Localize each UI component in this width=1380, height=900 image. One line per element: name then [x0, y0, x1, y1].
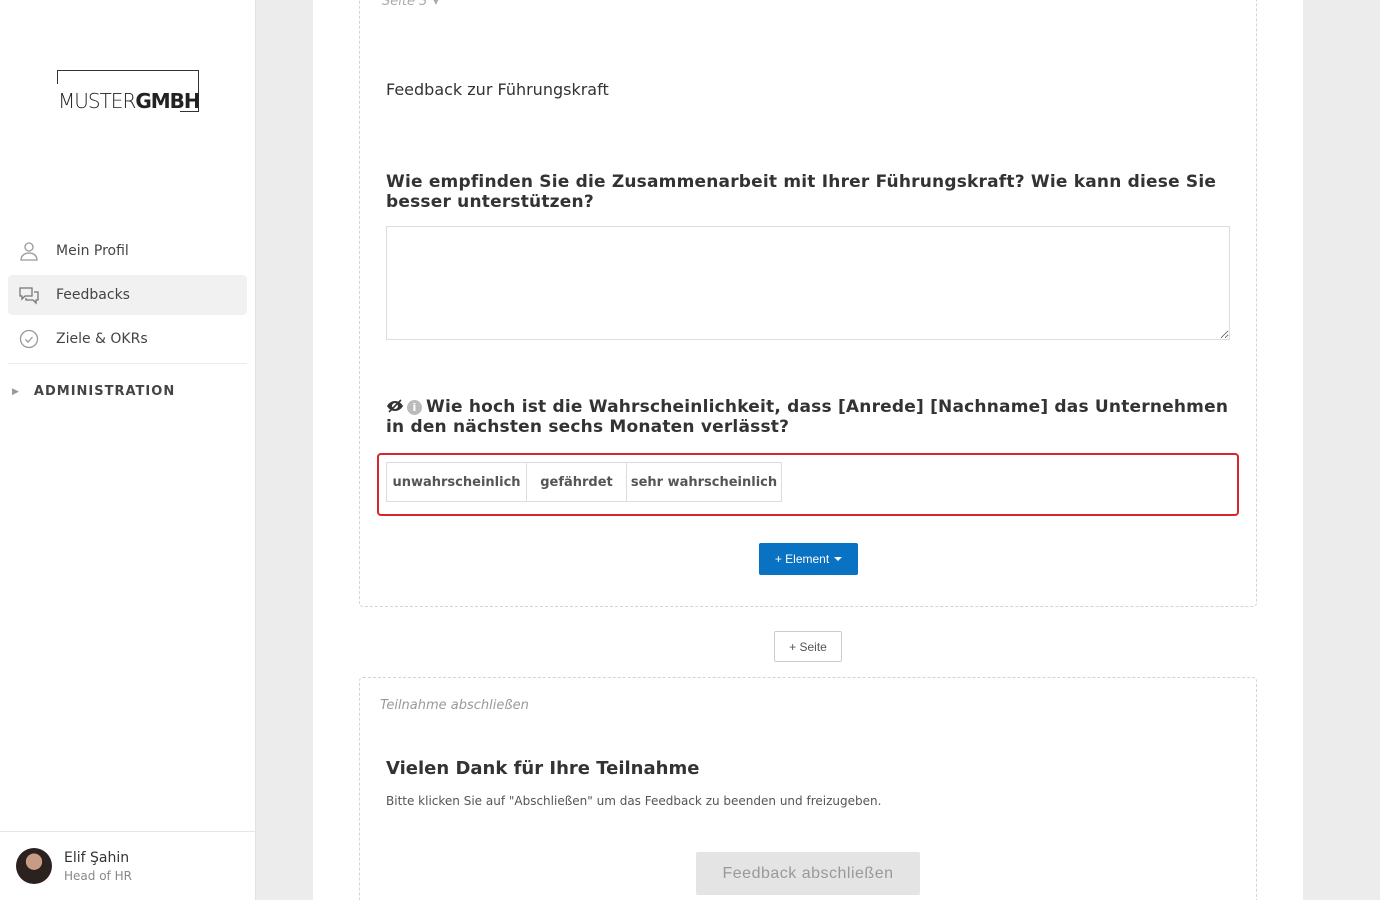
company-logo[interactable]: MUSTERGMBH — [57, 70, 201, 113]
question-1: Wie empfinden Sie die Zusammenarbeit mit… — [386, 172, 1217, 212]
eye-hidden-icon[interactable] — [386, 399, 404, 413]
user-profile[interactable]: Elif Şahin Head of HR — [0, 831, 256, 900]
admin-label: ADMINISTRATION — [33, 384, 176, 399]
option-gefaehrdet[interactable]: gefährdet — [527, 463, 627, 501]
answer-options: unwahrscheinlich gefährdet sehr wahrsche… — [386, 462, 782, 502]
nav-item-feedbacks[interactable]: Feedbacks — [8, 275, 247, 315]
nav-item-mein-profil[interactable]: Mein Profil — [8, 231, 247, 271]
add-element-label: + Element — [774, 552, 830, 566]
end-title: Vielen Dank für Ihre Teilnahme — [386, 758, 700, 779]
nav-label: Ziele & OKRs — [56, 331, 148, 347]
nav-item-ziele-okrs[interactable]: Ziele & OKRs — [8, 319, 247, 359]
section-title: Feedback zur Führungskraft — [386, 80, 609, 99]
info-icon[interactable]: i — [407, 400, 422, 415]
nav-divider — [8, 363, 247, 364]
finish-feedback-button[interactable]: Feedback abschließen — [696, 852, 920, 895]
user-name: Elif Şahin — [64, 850, 130, 866]
nav-label: Mein Profil — [56, 243, 129, 259]
caret-down-icon — [834, 557, 843, 561]
chat-bubbles-icon — [19, 287, 39, 305]
question-2-text: Wie hoch ist die Wahrscheinlichkeit, das… — [386, 397, 1229, 437]
check-circle-icon — [19, 329, 39, 349]
nav-item-administration[interactable]: ▶ ADMINISTRATION — [12, 384, 175, 399]
avatar — [16, 848, 52, 884]
answer-textarea[interactable] — [386, 226, 1230, 340]
main-nav: Mein Profil Feedbacks Ziele & OKRs — [8, 231, 247, 363]
question-2: i Wie hoch ist die Wahrscheinlichkeit, da… — [386, 397, 1230, 437]
logo-text-bold: GMBH — [135, 89, 200, 113]
option-unwahrscheinlich[interactable]: unwahrscheinlich — [387, 463, 527, 501]
end-text: Bitte klicken Sie auf "Abschließen" um d… — [386, 794, 882, 808]
page-label-text: Seite 3 — [382, 0, 428, 9]
logo-text-light: MUSTER — [58, 89, 136, 113]
user-icon — [20, 242, 38, 261]
chevron-down-icon: ▾ — [433, 0, 439, 8]
end-label: Teilnahme abschließen — [380, 698, 529, 713]
caret-right-icon: ▶ — [12, 386, 20, 397]
page-label[interactable]: Seite 3 ▾ — [382, 0, 438, 9]
nav-label: Feedbacks — [56, 287, 130, 303]
add-element-button[interactable]: + Element — [759, 543, 858, 575]
user-role: Head of HR — [64, 869, 132, 883]
add-page-button[interactable]: + Seite — [774, 631, 842, 662]
sidebar: MUSTERGMBH Mein Profil Feedbacks Ziele &… — [0, 0, 256, 900]
option-sehr-wahrscheinlich[interactable]: sehr wahrscheinlich — [627, 463, 781, 501]
